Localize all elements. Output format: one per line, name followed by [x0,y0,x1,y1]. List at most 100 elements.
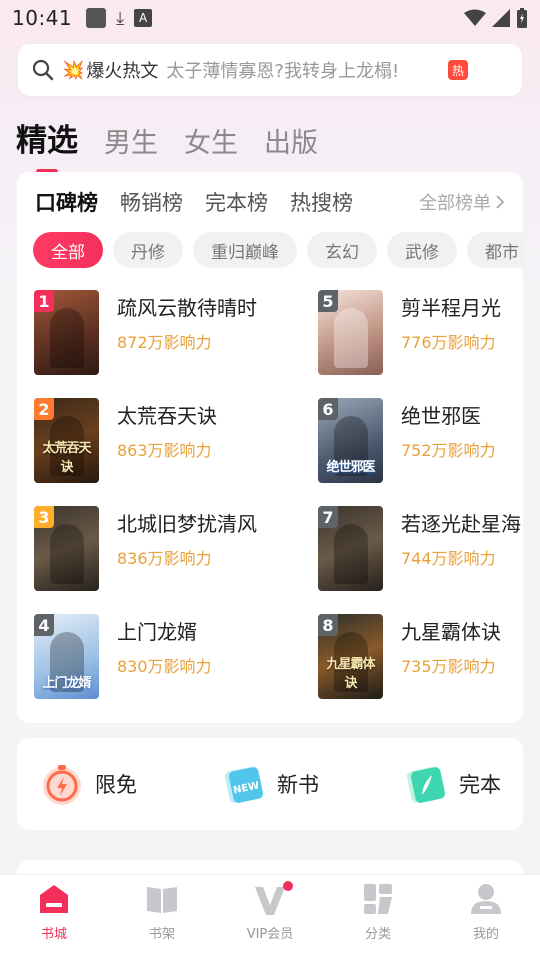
tab-bestseller-rank[interactable]: 畅销榜 [120,187,183,217]
wifi-icon [464,9,486,26]
book-info: 疏风云散待晴时 872万影响力 [117,290,257,353]
book-item[interactable]: 上门龙婿 4 上门龙婿 830万影响力 [34,614,274,722]
free-label: 限免 [95,773,137,797]
nav-bookstore[interactable]: 书城 [9,881,99,942]
finished-entry[interactable]: 完本 [403,761,501,807]
chevron-right-icon [496,195,505,209]
search-hot-label: 爆火热文 [86,61,159,82]
bookshelf-icon [147,887,177,913]
cover-figure [50,308,84,368]
book-item[interactable]: 3 北城旧梦扰清风 836万影响力 [34,506,274,614]
tab-publishing[interactable]: 出版 [264,121,318,160]
bottom-nav: 书城 书架 VIP会员 分类 我的 [0,874,540,960]
nav-category[interactable]: 分类 [333,881,423,942]
ranking-card: 口碑榜 畅销榜 完本榜 热搜榜 全部榜单 全部 丹修 重归巅峰 玄幻 武修 都市… [17,172,523,723]
stopwatch-icon [43,765,81,805]
notification-icons: ⤓ A [86,7,153,29]
search-bar[interactable]: 💥 爆火热文 太子薄情寡恩?我转身上龙榻! 热 [18,44,522,96]
book-item[interactable]: 1 疏风云散待晴时 872万影响力 [34,290,274,398]
book-title: 太荒吞天诀 [117,404,217,428]
rank-number: 6 [318,398,338,420]
chip-fantasy[interactable]: 玄幻 [307,232,377,268]
book-cover: 3 [34,506,99,591]
rank-number: 7 [318,506,338,528]
rank-number: 1 [34,290,54,312]
book-influence: 735万影响力 [401,657,496,676]
book-info: 北城旧梦扰清风 836万影响力 [117,506,257,569]
finished-book-icon [406,767,446,803]
book-influence: 863万影响力 [117,441,212,460]
tab-featured[interactable]: 精选 [16,115,78,160]
bookstore-icon [40,885,68,913]
nav-vip[interactable]: VIP会员 [225,881,315,942]
book-cover: 上门龙婿 4 [34,614,99,699]
search-hint: 太子薄情寡恩?我转身上龙榻! [166,61,400,82]
cover-title-art: 上门龙婿 [42,676,91,691]
download-icon: ⤓ [116,7,125,29]
hot-badge: 热 [448,60,468,80]
nav-profile[interactable]: 我的 [441,881,531,942]
book-influence: 752万影响力 [401,441,496,460]
tab-completed-rank[interactable]: 完本榜 [205,187,268,217]
cover-figure [334,524,368,584]
book-influence: 830万影响力 [117,657,212,676]
tab-male[interactable]: 男生 [104,121,158,160]
chip-dan-cultivation[interactable]: 丹修 [113,232,183,268]
book-title: 疏风云散待晴时 [117,296,257,320]
book-info: 绝世邪医 752万影响力 [401,398,496,461]
nav-profile-label: 我的 [472,927,499,942]
nav-bookshelf-label: 书架 [148,927,175,942]
chip-urban[interactable]: 都市 [467,232,523,268]
finished-label: 完本 [459,773,501,797]
rank-number: 2 [34,398,54,420]
all-lists-label: 全部榜单 [419,193,491,214]
all-lists-link[interactable]: 全部榜单 [419,189,505,215]
free-entry[interactable]: 限免 [39,761,137,807]
app-notification-icon [86,8,107,28]
nav-vip-label: VIP会员 [246,927,294,942]
nav-category-label: 分类 [364,927,391,942]
chip-return-to-peak[interactable]: 重归巅峰 [193,232,297,268]
tab-hot-search-rank[interactable]: 热搜榜 [290,187,353,217]
book-cover: 九星霸体诀 8 [318,614,383,699]
book-item[interactable]: 绝世邪医 6 绝世邪医 752万影响力 [318,398,523,506]
book-cover: 绝世邪医 6 [318,398,383,483]
book-info: 九星霸体诀 735万影响力 [401,614,501,677]
book-influence: 872万影响力 [117,333,212,352]
new-books-label: 新书 [277,773,319,797]
book-title: 剪半程月光 [401,296,501,320]
rank-number: 3 [34,506,54,528]
book-item[interactable]: 九星霸体诀 8 九星霸体诀 735万影响力 [318,614,523,722]
chip-all[interactable]: 全部 [33,232,103,268]
status-bar: 10:41 ⤓ A [0,0,540,36]
nav-bookshelf[interactable]: 书架 [117,881,207,942]
cover-figure [50,524,84,584]
book-cover: 5 [318,290,383,375]
tab-reputation-rank[interactable]: 口碑榜 [35,187,98,217]
tab-female[interactable]: 女生 [184,121,238,160]
quick-entry-card: 限免 NEW 新书 完本 [17,738,523,830]
chip-martial[interactable]: 武修 [387,232,457,268]
cover-title-art: 绝世邪医 [326,460,375,475]
book-column-left: 1 疏风云散待晴时 872万影响力 太荒吞天诀 2 太荒吞天诀 863万影响力 … [34,290,274,722]
cover-title-art: 九星霸体诀 [326,657,375,691]
battery-icon [517,8,527,28]
book-info: 剪半程月光 776万影响力 [401,290,501,353]
book-item[interactable]: 5 剪半程月光 776万影响力 [318,290,523,398]
status-time: 10:41 [12,6,73,30]
book-item[interactable]: 太荒吞天诀 2 太荒吞天诀 863万影响力 [34,398,274,506]
book-title: 上门龙婿 [117,620,197,644]
book-title: 北城旧梦扰清风 [117,512,257,536]
genre-chips: 全部 丹修 重归巅峰 玄幻 武修 都市 [33,232,523,270]
main-tabs: 精选 男生 女生 出版 [16,110,318,160]
book-info: 上门龙婿 830万影响力 [117,614,212,677]
book-title: 若逐光赴星海 [401,512,521,536]
rank-number: 4 [34,614,54,636]
ranking-tabs: 口碑榜 畅销榜 完本榜 热搜榜 全部榜单 [35,186,505,218]
book-item[interactable]: 7 若逐光赴星海 744万影响力 [318,506,523,614]
nav-bookstore-label: 书城 [40,927,67,942]
new-books-entry[interactable]: NEW 新书 [221,761,319,807]
rank-number: 8 [318,614,338,636]
book-title: 九星霸体诀 [401,620,501,644]
notification-dot [283,881,293,891]
